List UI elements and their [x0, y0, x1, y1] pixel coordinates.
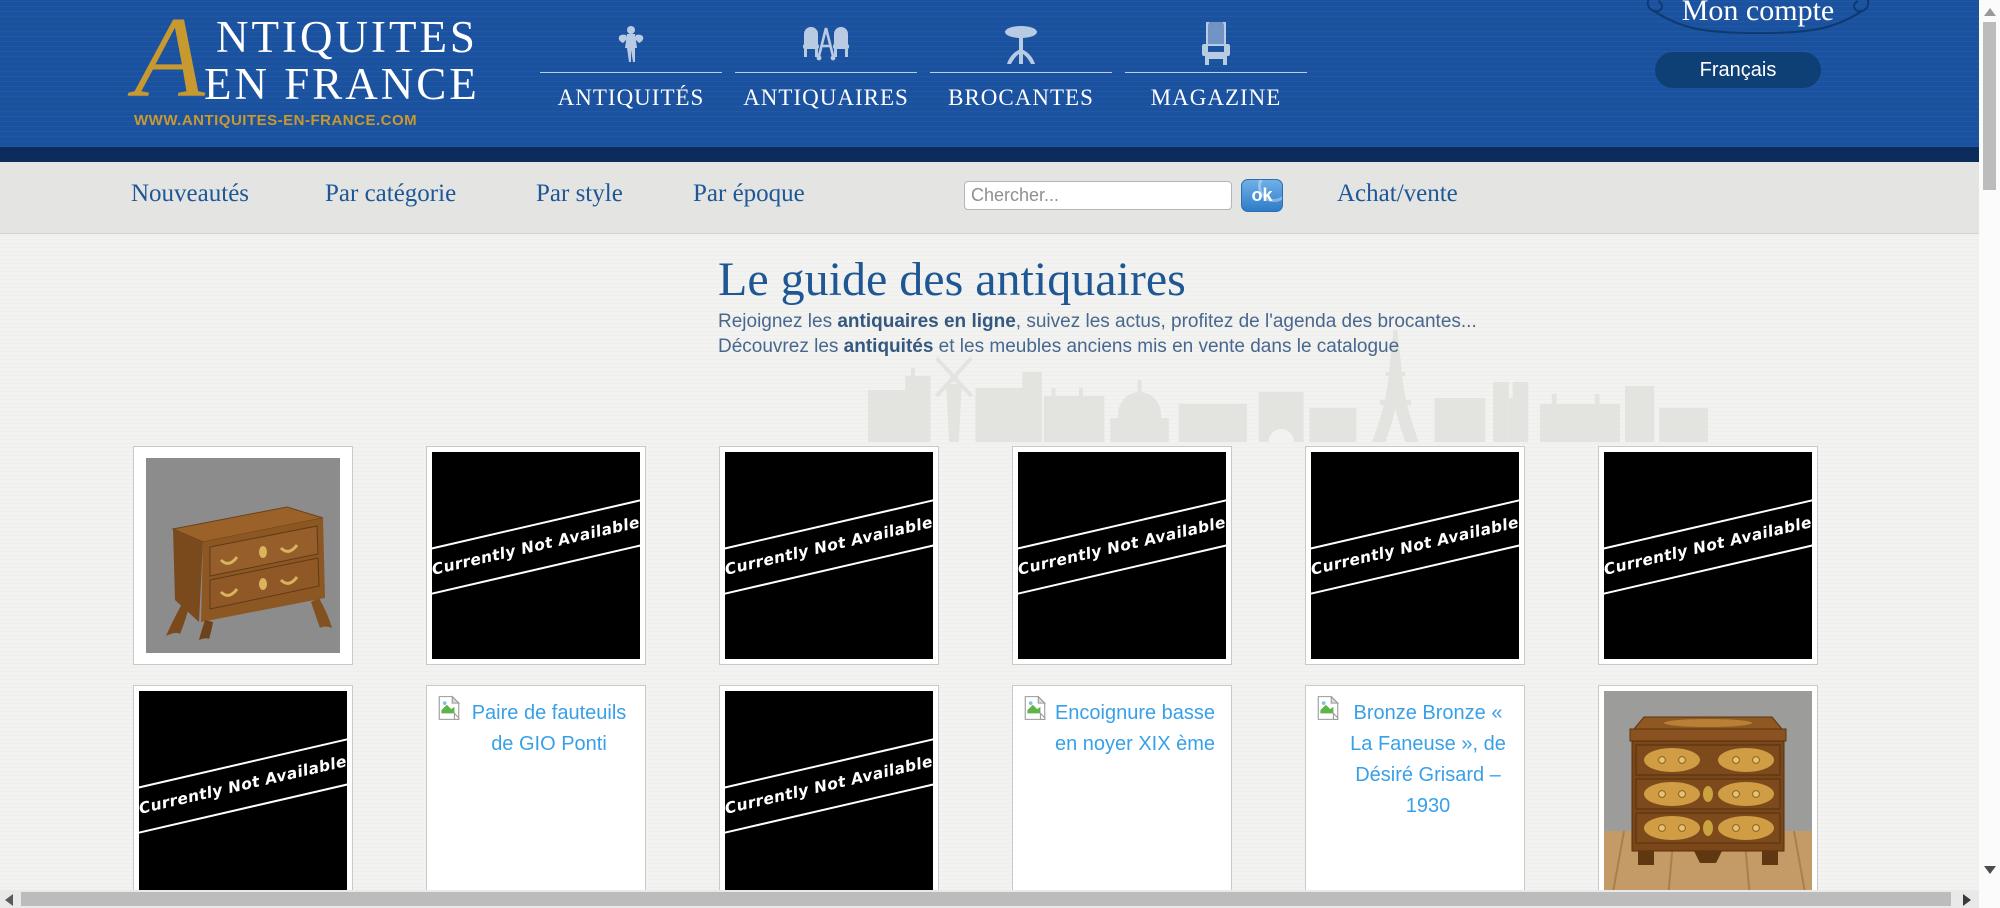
product-link-label[interactable]: Paire de fauteuils de GIO Ponti: [432, 691, 640, 760]
product-tile-unavailable[interactable]: Currently Not Available: [1012, 446, 1232, 665]
scroll-right-arrow[interactable]: [1963, 894, 1971, 906]
subnav-par-style[interactable]: Par style: [536, 180, 623, 208]
account-label: Mon compte: [1638, 0, 1878, 28]
subnav-par-epoque[interactable]: Par époque: [693, 180, 805, 208]
nav-underline: [930, 72, 1112, 73]
product-link-label[interactable]: Bronze Bronze « La Faneuse », de Désiré …: [1311, 691, 1519, 822]
main-nav: ANTIQUITÉS: [540, 22, 1320, 111]
vertical-scroll-thumb[interactable]: [1983, 22, 1996, 190]
search-ok-button[interactable]: ok: [1241, 179, 1283, 212]
product-tile-unavailable[interactable]: Currently Not Available: [426, 446, 646, 665]
nav-label: MAGAZINE: [1151, 85, 1282, 111]
subnav-achat-vente[interactable]: Achat/vente: [1337, 180, 1458, 208]
logo-url: WWW.ANTIQUITES-EN-FRANCE.COM: [134, 112, 417, 129]
product-tile-link[interactable]: Paire de fauteuils de GIO Ponti: [426, 685, 646, 904]
unavailable-band: Currently Not Available: [1311, 494, 1519, 599]
scroll-down-arrow[interactable]: [1984, 866, 1996, 874]
unavailable-band: Currently Not Available: [432, 494, 640, 599]
product-tile-unavailable[interactable]: Currently Not Available: [133, 685, 353, 904]
subnav-nouveautes[interactable]: Nouveautés: [131, 180, 249, 208]
nav-label: ANTIQUAIRES: [743, 85, 909, 111]
unavailable-band: Currently Not Available: [1018, 494, 1226, 599]
product-grid: Currently Not Available Currently Not Av…: [133, 446, 1818, 904]
scroll-left-arrow[interactable]: [5, 894, 13, 906]
header-divider: [0, 147, 1979, 162]
pedestal-table-icon: [999, 22, 1043, 66]
product-tile-unavailable[interactable]: Currently Not Available: [1598, 446, 1818, 665]
product-tile-unavailable[interactable]: Currently Not Available: [719, 685, 939, 904]
nav-underline: [735, 72, 917, 73]
intro-text: Découvrez les: [718, 336, 844, 357]
intro-bold: antiquaires en ligne: [837, 311, 1015, 332]
nav-item-antiquites[interactable]: ANTIQUITÉS: [540, 22, 722, 111]
subnav-par-categorie[interactable]: Par catégorie: [325, 180, 456, 208]
vertical-scrollbar[interactable]: [1979, 0, 2000, 908]
browser-viewport: A NTIQUITES EN FRANCE WWW.ANTIQUITES-EN-…: [0, 0, 2000, 908]
commode-marquetry-photo: [1604, 691, 1812, 898]
chairs-compass-icon: [800, 22, 852, 66]
nav-item-antiquaires[interactable]: ANTIQUAIRES: [735, 22, 917, 111]
logo-name-top: NTIQUITES: [216, 14, 480, 61]
commode-photo: [139, 452, 347, 659]
nav-item-magazine[interactable]: MAGAZINE: [1125, 22, 1307, 111]
product-tile-link[interactable]: Encoignure basse en noyer XIX ème: [1012, 685, 1232, 904]
product-tile-photo-commode-marquetry[interactable]: [1598, 685, 1818, 904]
nav-underline: [540, 72, 722, 73]
unavailable-band: Currently Not Available: [1604, 494, 1812, 599]
unavailable-band: Currently Not Available: [725, 733, 933, 838]
armchair-icon: [1198, 22, 1234, 66]
intro-bold: antiquités: [844, 336, 934, 357]
product-link-label[interactable]: Encoignure basse en noyer XIX ème: [1018, 691, 1226, 760]
scroll-up-arrow[interactable]: [1984, 8, 1996, 16]
page-content: A NTIQUITES EN FRANCE WWW.ANTIQUITES-EN-…: [0, 0, 1979, 908]
product-tile-unavailable[interactable]: Currently Not Available: [719, 446, 939, 665]
logo-initial: A: [134, 0, 205, 116]
horizontal-scrollbar[interactable]: [0, 890, 1979, 908]
cherub-statue-icon: [614, 22, 648, 66]
product-tile-link[interactable]: Bronze Bronze « La Faneuse », de Désiré …: [1305, 685, 1525, 904]
site-header: A NTIQUITES EN FRANCE WWW.ANTIQUITES-EN-…: [0, 0, 1979, 147]
nav-label: BROCANTES: [948, 85, 1094, 111]
intro-text: Rejoignez les: [718, 311, 837, 332]
nav-item-brocantes[interactable]: BROCANTES: [930, 22, 1112, 111]
product-tile-unavailable[interactable]: Currently Not Available: [1305, 446, 1525, 665]
intro-line-2: Découvrez les antiquités et les meubles …: [718, 336, 1399, 358]
page-title: Le guide des antiquaires: [718, 252, 1186, 307]
horizontal-scroll-thumb[interactable]: [21, 892, 1951, 906]
secondary-nav: Nouveautés Par catégorie Par style Par é…: [0, 162, 1979, 234]
logo-name-bottom: EN FRANCE: [204, 61, 480, 108]
broken-image-icon: [1315, 695, 1341, 726]
product-tile-photo-commode[interactable]: [133, 446, 353, 665]
broken-image-icon: [1022, 695, 1048, 726]
nav-label: ANTIQUITÉS: [558, 85, 705, 111]
intro-text: , suivez les actus, profitez de l'agenda…: [1016, 311, 1477, 332]
intro-line-1: Rejoignez les antiquaires en ligne, suiv…: [718, 311, 1477, 333]
broken-image-icon: [436, 695, 462, 726]
search-input[interactable]: [964, 181, 1232, 210]
logo-wordmark: NTIQUITES EN FRANCE: [216, 14, 480, 108]
account-button[interactable]: Mon compte: [1638, 0, 1878, 40]
intro-text: et les meubles anciens mis en vente dans…: [933, 336, 1399, 357]
language-button[interactable]: Français: [1655, 52, 1821, 88]
nav-underline: [1125, 72, 1307, 73]
site-logo[interactable]: A NTIQUITES EN FRANCE WWW.ANTIQUITES-EN-…: [134, 14, 444, 134]
unavailable-band: Currently Not Available: [139, 733, 347, 838]
unavailable-band: Currently Not Available: [725, 494, 933, 599]
